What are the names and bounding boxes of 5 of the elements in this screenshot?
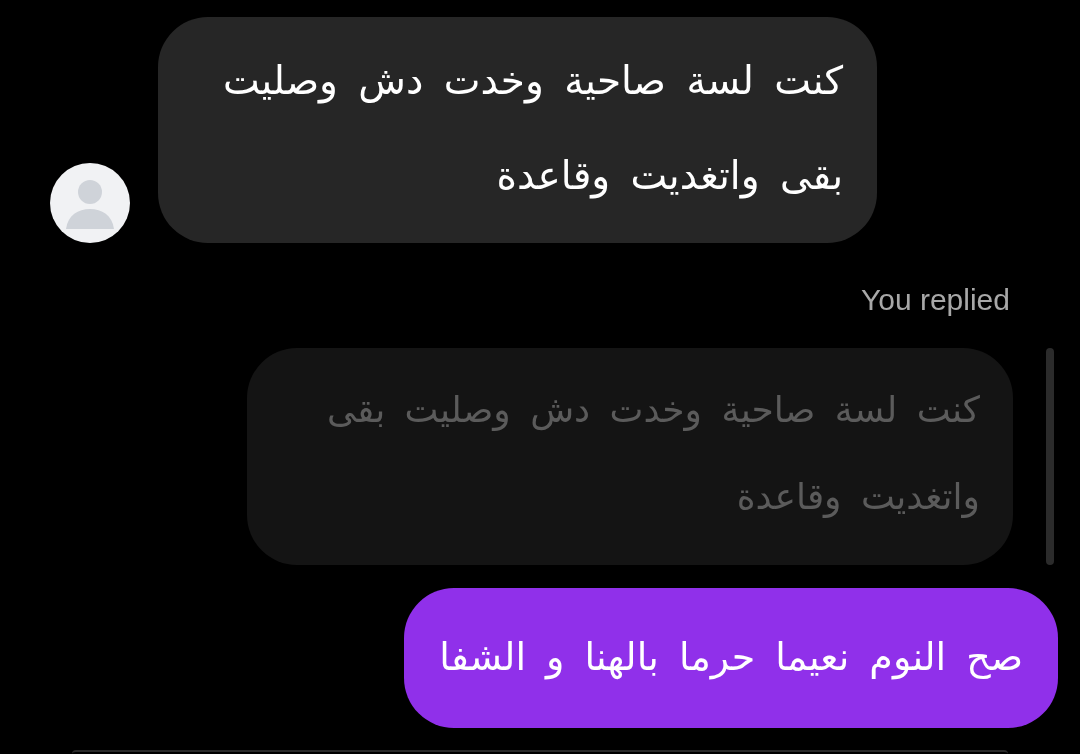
quoted-message: كنت لسة صاحية وخدت دش وصليت بقى واتغديت وقاعدة [247,348,1013,565]
avatar-icon [50,163,130,243]
reply-label: You replied [860,283,1010,317]
message-bubble: صح النوم نعيما حرما بالهنا و الشفا [404,588,1058,728]
message-bubble: كنت لسة صاحية وخدت دش وصليت بقى واتغديت وقاعدة [158,17,877,243]
